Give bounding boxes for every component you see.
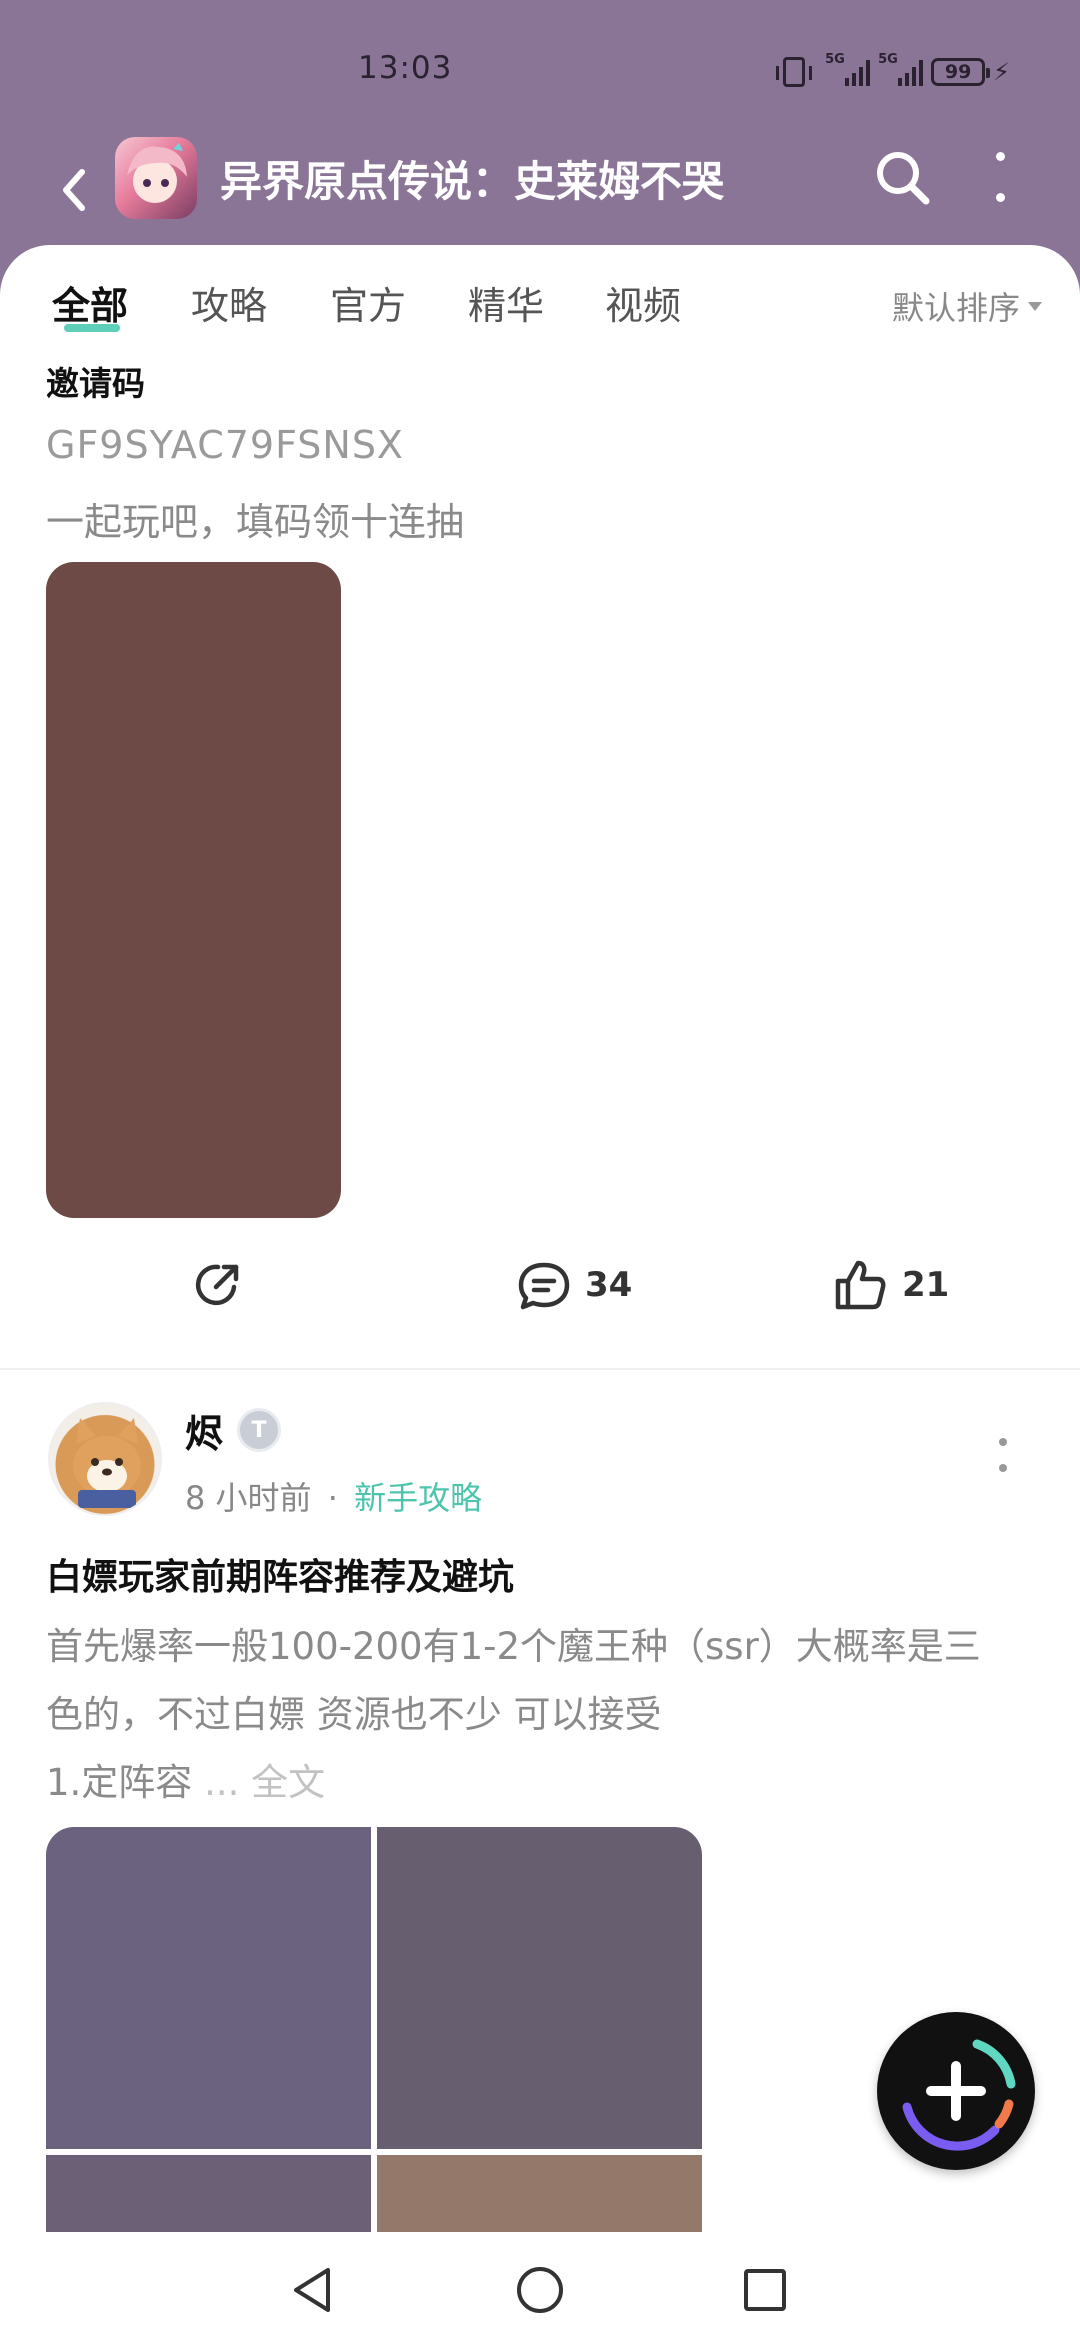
tab-official[interactable]: 官方 xyxy=(330,275,406,330)
share-button[interactable] xyxy=(190,1257,246,1313)
post-image[interactable] xyxy=(377,1827,702,2149)
post-title[interactable]: 白嫖玩家前期阵容推荐及避坑 xyxy=(46,1548,514,1600)
post-text[interactable]: 一起玩吧，填码领十连抽 xyxy=(46,491,464,546)
battery-level: 99 xyxy=(944,61,972,83)
author-avatar[interactable] xyxy=(48,1402,162,1516)
post-more-button[interactable] xyxy=(997,1438,1009,1472)
read-full-link[interactable]: 全文 xyxy=(251,1761,325,1804)
network-type: 5G xyxy=(878,52,898,67)
signal-icon: 5G xyxy=(825,52,871,86)
post-image-grid xyxy=(46,1827,702,2247)
tab-guides[interactable]: 攻略 xyxy=(191,275,267,330)
signal-icon: 5G xyxy=(878,52,924,86)
page-title: 异界原点传说：史莱姆不哭 xyxy=(220,157,725,206)
thumbs-up-icon xyxy=(835,1260,886,1310)
tab-all[interactable]: 全部 xyxy=(52,275,129,332)
post-body-line: 首先爆率一般100-200有1-2个魔王种（ssr）大概率是三 xyxy=(46,1625,981,1668)
tab-bar: 全部 攻略 官方 精华 视频 默认排序 xyxy=(0,275,1080,345)
avatar-art xyxy=(73,1418,141,1508)
search-icon xyxy=(877,152,930,205)
post-time: 8 小时前 xyxy=(185,1479,312,1517)
game-avatar-art xyxy=(127,143,187,203)
comment-icon xyxy=(518,1262,570,1310)
sort-dropdown[interactable]: 默认排序 xyxy=(892,283,1042,329)
comment-button[interactable]: 34 xyxy=(515,1257,632,1313)
nav-back-button[interactable] xyxy=(286,2262,342,2318)
post-divider xyxy=(0,1368,1080,1370)
charging-icon: ⚡ xyxy=(993,58,1010,86)
plus-icon xyxy=(902,2039,1016,2151)
like-count: 21 xyxy=(902,1265,950,1305)
invite-code[interactable]: GF9SYAC79FSNSX xyxy=(46,423,404,467)
share-icon xyxy=(195,1264,239,1306)
game-avatar[interactable] xyxy=(115,137,197,219)
back-arrow-icon xyxy=(63,169,85,211)
system-nav-bar xyxy=(0,2232,1080,2344)
status-icons: 5G 5G 99 ⚡ xyxy=(776,52,1010,92)
post-body-line: 色的，不过白嫖 资源也不少 可以接受 xyxy=(46,1693,662,1736)
content-sheet: 全部 攻略 官方 精华 视频 默认排序 邀请码 GF9SYAC79FSNSX 一… xyxy=(0,245,1080,2344)
level-badge: T xyxy=(237,1408,281,1452)
tab-featured[interactable]: 精华 xyxy=(468,275,544,330)
tab-label: 全部 xyxy=(52,284,129,328)
comment-count: 34 xyxy=(585,1265,633,1305)
post-image[interactable] xyxy=(46,562,341,1218)
more-vertical-icon[interactable] xyxy=(990,152,1010,202)
post-body-text: 1.定阵容 xyxy=(46,1761,193,1804)
status-time: 13:03 xyxy=(358,50,453,86)
meta-separator: · xyxy=(327,1479,338,1517)
ellipsis: ... xyxy=(192,1761,252,1804)
vibrate-icon xyxy=(776,57,813,87)
back-button[interactable] xyxy=(52,152,102,222)
tab-video[interactable]: 视频 xyxy=(605,275,681,330)
tab-active-indicator xyxy=(64,324,120,332)
battery-icon: 99 xyxy=(931,58,991,86)
post-body-line: 1.定阵容 ... 全文 xyxy=(46,1749,1046,1817)
network-type: 5G xyxy=(825,52,845,67)
post-title[interactable]: 邀请码 xyxy=(46,357,145,405)
create-post-button[interactable] xyxy=(877,2012,1035,2170)
post-actions: 34 21 xyxy=(0,1257,1080,1327)
nav-recents-button[interactable] xyxy=(737,2262,793,2318)
caret-down-icon xyxy=(1028,301,1042,311)
triangle-back-icon xyxy=(294,2268,330,2312)
author-name[interactable]: 烬 xyxy=(185,1403,223,1458)
post-image[interactable] xyxy=(46,1827,371,2149)
sort-label: 默认排序 xyxy=(891,289,1020,327)
like-button[interactable]: 21 xyxy=(832,1257,949,1313)
search-button[interactable] xyxy=(870,145,936,211)
post-meta: 8 小时前 · 新手攻略 xyxy=(185,1473,482,1519)
nav-home-button[interactable] xyxy=(512,2262,568,2318)
square-recents-icon xyxy=(744,2269,786,2311)
post-category[interactable]: 新手攻略 xyxy=(354,1479,482,1517)
status-bar: 13:03 5G 5G 99 ⚡ xyxy=(0,0,1080,130)
app-header: 异界原点传说：史莱姆不哭 xyxy=(0,130,1080,245)
circle-home-icon xyxy=(517,2267,563,2313)
post-body[interactable]: 首先爆率一般100-200有1-2个魔王种（ssr）大概率是三 色的，不过白嫖 … xyxy=(46,1613,1046,1817)
